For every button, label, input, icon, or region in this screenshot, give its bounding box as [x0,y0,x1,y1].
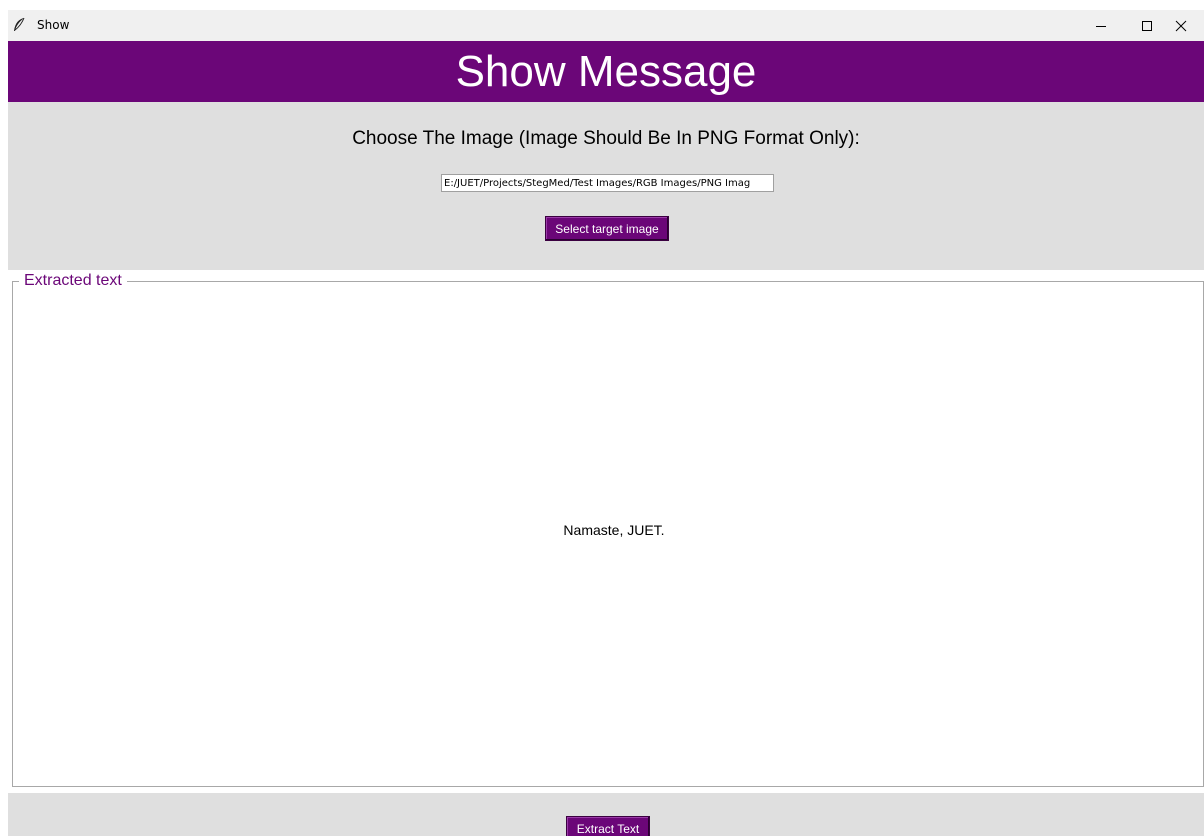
title-bar[interactable]: Show [8,10,1204,41]
choose-image-label: Choose The Image (Image Should Be In PNG… [352,128,860,149]
page-title: Show Message [455,46,757,96]
extracted-text-value: Namaste, JUET. [563,522,665,538]
extract-text-button[interactable]: Extract Text [566,816,650,836]
window-title: Show [37,18,70,32]
select-target-image-button[interactable]: Select target image [545,216,669,241]
maximize-icon [1142,20,1152,31]
extracted-text-label: Extracted text [19,272,127,290]
feather-icon [14,17,25,31]
header-banner: Show Message [8,41,1204,102]
minimize-button[interactable] [1078,10,1124,41]
close-button[interactable] [1158,10,1204,41]
app-window: Show Show Message Choose The Image (Imag… [8,10,1204,836]
close-icon [1175,20,1187,31]
minimize-icon [1096,25,1106,27]
image-path-field[interactable] [441,174,774,192]
